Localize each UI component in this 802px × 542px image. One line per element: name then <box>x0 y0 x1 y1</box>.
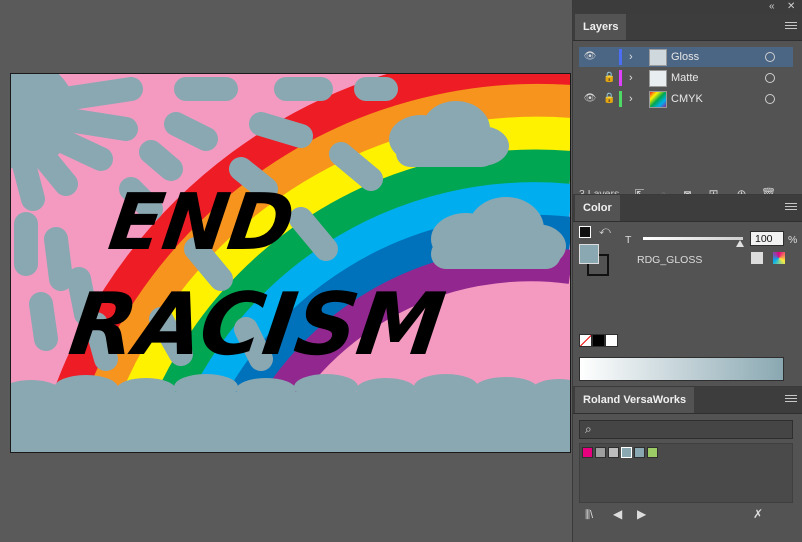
color-spectrum[interactable] <box>579 357 784 381</box>
expand-chevron-icon[interactable]: › <box>629 70 633 86</box>
tab-versaworks[interactable]: Roland VersaWorks <box>575 387 695 413</box>
swatch-item[interactable] <box>608 447 619 458</box>
ground-clouds <box>11 374 570 452</box>
slogan-line1: END <box>104 177 300 268</box>
layer-row-matte[interactable]: 🔒 › Matte <box>579 68 793 88</box>
color-panel-header: Color <box>573 195 802 222</box>
close-dock-icon[interactable]: ✕ <box>787 0 795 14</box>
versaworks-panel-header: Roland VersaWorks <box>573 387 802 414</box>
swatch-item[interactable] <box>582 447 593 458</box>
layer-color-bar <box>619 49 622 65</box>
swatch-item[interactable] <box>634 447 645 458</box>
white-swatch[interactable] <box>605 334 618 347</box>
tint-label: T <box>625 234 632 246</box>
dock-title-bar: « ✕ <box>573 0 802 14</box>
layer-color-bar <box>619 70 622 86</box>
remove-swatch-icon[interactable]: ✗ <box>753 507 763 521</box>
none-swatch[interactable] <box>579 334 592 347</box>
tab-layers[interactable]: Layers <box>575 14 627 40</box>
visibility-eye-icon[interactable]: 👁 <box>583 51 597 63</box>
versaworks-swatch-list <box>579 443 793 503</box>
panel-dock: « ✕ Layers 👁 › Gloss 🔒 › Matte 👁 🔒 › CMY… <box>572 0 802 542</box>
layer-name[interactable]: Matte <box>671 68 699 88</box>
lock-icon[interactable]: 🔒 <box>603 72 615 84</box>
artboard[interactable]: END RACISM <box>10 73 571 453</box>
layers-menu-icon[interactable] <box>785 20 797 32</box>
color-menu-icon[interactable] <box>785 201 797 213</box>
layer-name[interactable]: CMYK <box>671 89 703 109</box>
layer-thumbnail <box>649 49 667 66</box>
expand-chevron-icon[interactable]: › <box>629 49 633 65</box>
swatch-name: RDG_GLOSS <box>637 254 703 266</box>
swatch-item[interactable] <box>595 447 606 458</box>
layer-thumbnail <box>649 91 667 108</box>
expand-chevron-icon[interactable]: › <box>629 91 633 107</box>
slogan-line2: RACISM <box>64 275 451 375</box>
swatch-item[interactable] <box>647 447 658 458</box>
versaworks-menu-icon[interactable] <box>785 393 797 405</box>
swap-colors-icon[interactable]: ⤺ <box>599 226 611 237</box>
document-canvas[interactable]: END RACISM <box>0 0 572 542</box>
default-colors-icon[interactable] <box>579 226 591 238</box>
fill-swatch[interactable] <box>579 244 599 264</box>
tint-unit: % <box>788 234 798 246</box>
layers-panel: Layers 👁 › Gloss 🔒 › Matte 👁 🔒 › CMYK <box>573 14 802 201</box>
target-circle-icon[interactable] <box>765 94 775 104</box>
out-of-web-color-icon[interactable] <box>773 252 785 264</box>
layer-thumbnail <box>649 70 667 87</box>
next-arrow-icon[interactable]: ▶ <box>637 507 646 521</box>
search-icon: ⌕ <box>585 422 592 436</box>
black-swatch[interactable] <box>592 334 605 347</box>
swatch-item[interactable] <box>621 447 632 458</box>
artwork-svg: END RACISM <box>11 74 570 452</box>
previous-arrow-icon[interactable]: ◀ <box>613 507 622 521</box>
library-icon[interactable]: ⫼\ <box>585 509 593 522</box>
layer-name[interactable]: Gloss <box>671 47 699 67</box>
tab-color[interactable]: Color <box>575 195 620 221</box>
out-of-gamut-icon[interactable] <box>751 252 763 264</box>
tint-value-field[interactable]: 100 <box>750 231 784 246</box>
layer-row-gloss[interactable]: 👁 › Gloss <box>579 47 793 67</box>
target-circle-icon[interactable] <box>765 73 775 83</box>
layer-color-bar <box>619 91 622 107</box>
layer-row-cmyk[interactable]: 👁 🔒 › CMYK <box>579 89 793 109</box>
tint-slider[interactable] <box>643 237 743 240</box>
layers-panel-header: Layers <box>573 14 802 41</box>
tint-slider-knob[interactable] <box>736 240 744 247</box>
target-circle-icon[interactable] <box>765 52 775 62</box>
collapse-panels-icon[interactable]: « <box>769 0 775 14</box>
search-input[interactable]: ⌕ <box>579 420 793 439</box>
lock-icon[interactable]: 🔒 <box>603 93 615 105</box>
visibility-eye-icon[interactable]: 👁 <box>583 93 597 105</box>
